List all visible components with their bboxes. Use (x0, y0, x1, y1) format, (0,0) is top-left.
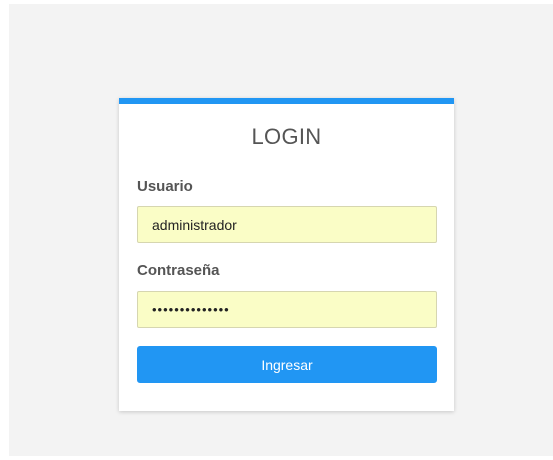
login-card: LOGIN Usuario Contraseña Ingresar (119, 98, 454, 411)
password-label: Contraseña (137, 262, 220, 279)
card-accent-bar (119, 98, 454, 104)
login-title: LOGIN (251, 124, 322, 149)
username-input[interactable] (137, 206, 437, 243)
login-submit-button[interactable]: Ingresar (137, 346, 437, 383)
username-label: Usuario (137, 178, 193, 195)
password-input[interactable] (137, 291, 437, 328)
